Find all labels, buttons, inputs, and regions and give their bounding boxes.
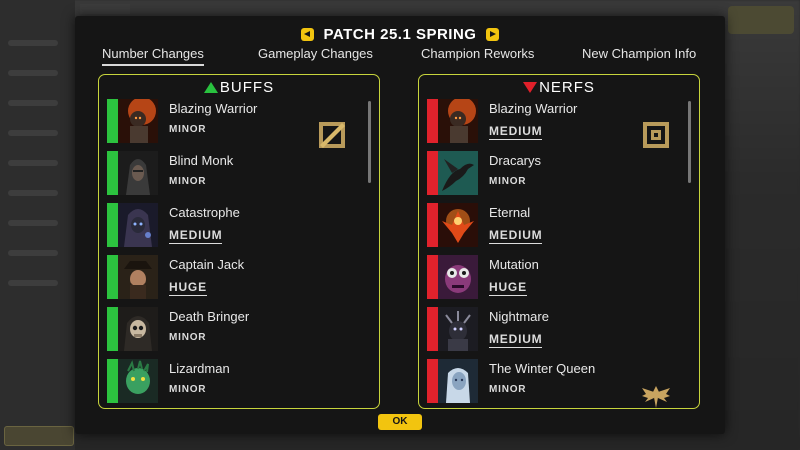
change-magnitude: MEDIUM	[169, 228, 223, 244]
tab-number-changes[interactable]: Number Changes	[102, 46, 204, 66]
buffs-scrollbar[interactable]	[368, 101, 371, 183]
nerf-indicator	[427, 151, 438, 195]
nerf-indicator	[427, 203, 438, 247]
change-magnitude: MINOR	[169, 384, 207, 395]
nerf-indicator	[427, 99, 438, 143]
nerfs-header: NERFS	[419, 79, 699, 96]
buff-indicator	[107, 203, 118, 247]
nerf-row[interactable]: Mutation HUGE	[427, 255, 687, 299]
champion-name: Dracarys	[489, 153, 542, 168]
champion-name: Death Bringer	[169, 309, 250, 324]
nerf-row[interactable]: Dracarys MINOR	[427, 151, 687, 195]
tab-gameplay-changes[interactable]: Gameplay Changes	[258, 46, 373, 61]
champion-name: Lizardman	[169, 361, 230, 376]
tab-champion-reworks[interactable]: Champion Reworks	[421, 46, 534, 61]
fire-warrior-portrait-icon	[438, 99, 478, 143]
champion-name: Eternal	[489, 205, 531, 220]
nerfs-scrollbar[interactable]	[688, 101, 691, 183]
dragon-portrait-icon	[438, 151, 478, 195]
pirate-portrait-icon	[118, 255, 158, 299]
nerf-indicator	[427, 359, 438, 403]
previous-patch-button[interactable]	[300, 27, 314, 41]
up-triangle-icon	[203, 82, 218, 93]
nerf-indicator	[427, 255, 438, 299]
change-magnitude: MINOR	[489, 384, 527, 395]
champion-name: Blazing Warrior	[489, 101, 578, 116]
buffs-title: BUFFS	[219, 79, 275, 96]
skull-portrait-icon	[118, 307, 158, 351]
patch-notes-modal: PATCH 25.1 SPRING Number Changes Gamepla…	[75, 16, 725, 434]
buff-row[interactable]: Captain Jack HUGE	[107, 255, 367, 299]
background-top-right-button	[728, 6, 794, 34]
buff-indicator	[107, 99, 118, 143]
tab-new-champion-info[interactable]: New Champion Info	[582, 46, 696, 61]
title-row: PATCH 25.1 SPRING	[75, 24, 725, 44]
ok-button[interactable]: OK	[378, 414, 422, 430]
buff-indicator	[107, 359, 118, 403]
nerf-row[interactable]: Nightmare MEDIUM	[427, 307, 687, 351]
background-bottom-left-button	[4, 426, 74, 446]
phoenix-portrait-icon	[438, 203, 478, 247]
change-magnitude: MINOR	[489, 176, 527, 187]
champion-name: Blazing Warrior	[169, 101, 258, 116]
champion-name: Mutation	[489, 257, 539, 272]
nerfs-panel: NERFS Blazing Warrior MEDIUM Dracarys MI…	[418, 74, 700, 409]
champion-name: The Winter Queen	[489, 361, 596, 376]
change-magnitude: MINOR	[169, 124, 207, 135]
change-magnitude: MINOR	[169, 176, 207, 187]
buffs-header: BUFFS	[99, 79, 379, 96]
hooded-mage-portrait-icon	[118, 203, 158, 247]
buffs-panel: BUFFS Blazing Warrior MINOR Blind Monk M…	[98, 74, 380, 409]
change-magnitude: MEDIUM	[489, 228, 543, 244]
change-magnitude: HUGE	[169, 280, 207, 296]
background-sidebar	[0, 0, 75, 450]
square-emblem-icon	[643, 122, 669, 148]
patch-title: PATCH 25.1 SPRING	[323, 25, 477, 43]
buff-indicator	[107, 307, 118, 351]
tab-bar: Number Changes Gameplay Changes Champion…	[75, 46, 725, 66]
buff-indicator	[107, 151, 118, 195]
nightmare-portrait-icon	[438, 307, 478, 351]
change-magnitude: MINOR	[169, 332, 207, 343]
ice-queen-portrait-icon	[438, 359, 478, 403]
mutant-portrait-icon	[438, 255, 478, 299]
fire-warrior-portrait-icon	[118, 99, 158, 143]
down-triangle-icon	[523, 82, 538, 93]
background-top-element	[80, 4, 130, 14]
nerf-row[interactable]: Eternal MEDIUM	[427, 203, 687, 247]
buff-row[interactable]: Catastrophe MEDIUM	[107, 203, 367, 247]
buff-row[interactable]: Lizardman MINOR	[107, 359, 367, 403]
change-magnitude: MEDIUM	[489, 332, 543, 348]
hooded-monk-portrait-icon	[118, 151, 158, 195]
buff-indicator	[107, 255, 118, 299]
champion-name: Blind Monk	[169, 153, 234, 168]
buff-row[interactable]: Death Bringer MINOR	[107, 307, 367, 351]
nerf-indicator	[427, 307, 438, 351]
winged-emblem-icon	[642, 386, 670, 408]
rank-badge-icon	[319, 122, 345, 148]
champion-name: Captain Jack	[169, 257, 245, 272]
change-magnitude: MEDIUM	[489, 124, 543, 140]
champion-name: Catastrophe	[169, 205, 240, 220]
nerfs-title: NERFS	[539, 79, 595, 96]
change-magnitude: HUGE	[489, 280, 527, 296]
lizard-portrait-icon	[118, 359, 158, 403]
champion-name: Nightmare	[489, 309, 549, 324]
buff-row[interactable]: Blind Monk MINOR	[107, 151, 367, 195]
next-patch-button[interactable]	[486, 27, 500, 41]
